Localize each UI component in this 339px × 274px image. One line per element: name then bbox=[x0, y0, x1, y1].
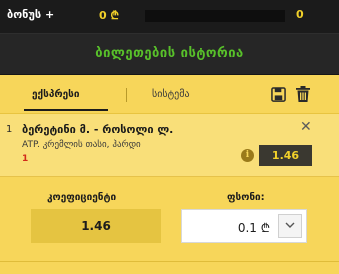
close-icon[interactable]: ✕ bbox=[300, 120, 312, 134]
stake-input[interactable]: 0.1 ₾ bbox=[181, 209, 307, 243]
trash-icon[interactable] bbox=[296, 86, 310, 102]
page: ბონუს + 0 ₾ 0 ბილეთების ისტორია ექსპრესი… bbox=[0, 0, 339, 274]
betslip-panel: ექსპრესი სისტემა 1 ბერეტინი მ. - როსოლი … bbox=[0, 75, 339, 274]
bonus-progress-track bbox=[145, 10, 285, 22]
tab-active-indicator bbox=[24, 109, 108, 111]
coefficient-value: 1.46 bbox=[31, 209, 161, 243]
coefficient-label: კოეფიციენტი bbox=[47, 192, 117, 203]
bonus-bar: ბონუს + 0 ₾ 0 bbox=[0, 0, 339, 33]
bonus-amount: 0 ₾ bbox=[99, 9, 119, 22]
ticket-history-button[interactable]: ბილეთების ისტორია bbox=[0, 33, 339, 75]
bonus-label: ბონუს + bbox=[7, 8, 55, 21]
bet-outcome: 1 bbox=[22, 154, 29, 164]
stake-label: ფსონი: bbox=[227, 192, 265, 203]
info-icon[interactable]: i bbox=[241, 149, 254, 162]
stake-dropdown-button[interactable] bbox=[278, 214, 302, 238]
bet-market: ATP. კრემლის თასი, ჰარდი bbox=[22, 140, 141, 150]
chevron-down-icon bbox=[285, 222, 295, 228]
betslip-tabs: ექსპრესი სისტემა bbox=[0, 75, 339, 114]
save-icon[interactable] bbox=[271, 87, 286, 102]
bet-teams: ბერეტინი მ. - როსოლი ლ. bbox=[22, 123, 174, 136]
bet-index: 1 bbox=[6, 124, 13, 135]
bonus-max: 0 bbox=[296, 8, 304, 21]
stake-value[interactable]: 0.1 ₾ bbox=[238, 219, 270, 236]
divider bbox=[0, 261, 339, 262]
tab-divider bbox=[126, 88, 127, 102]
tab-express[interactable]: ექსპრესი bbox=[32, 89, 79, 100]
bet-odds: 1.46 bbox=[259, 145, 312, 166]
tab-system[interactable]: სისტემა bbox=[152, 89, 190, 100]
